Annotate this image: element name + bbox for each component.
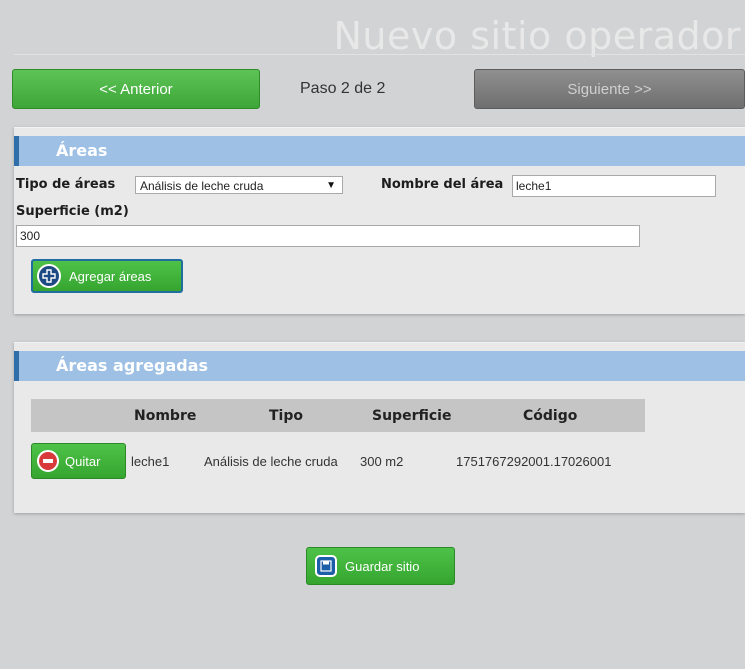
- column-header-tipo: Tipo: [269, 408, 303, 424]
- surface-input[interactable]: 300: [16, 225, 640, 247]
- column-header-superficie: Superficie: [372, 408, 452, 424]
- save-site-button[interactable]: Guardar sitio: [306, 547, 455, 585]
- dropdown-arrow-icon: ▼: [326, 180, 336, 191]
- row-superficie: 300 m2: [360, 454, 404, 469]
- next-button[interactable]: Siguiente >>: [474, 69, 745, 109]
- title-divider: [14, 54, 745, 55]
- area-type-selected: Análisis de leche cruda: [140, 179, 264, 193]
- floppy-disk-icon: [315, 555, 337, 577]
- column-header-nombre: Nombre: [134, 408, 197, 424]
- added-areas-panel: Áreas agregadas Nombre Tipo Superficie C…: [14, 342, 745, 513]
- row-tipo: Análisis de leche cruda: [204, 454, 338, 469]
- row-codigo: 1751767292001.17026001: [456, 454, 612, 469]
- row-nombre: leche1: [131, 454, 170, 469]
- areas-panel-header: Áreas: [14, 136, 745, 166]
- page-title: Nuevo sitio operador: [333, 14, 741, 58]
- area-type-label: Tipo de áreas: [16, 177, 116, 192]
- minus-circle-icon: [37, 450, 59, 472]
- areas-table-header: Nombre Tipo Superficie Código: [31, 399, 645, 432]
- column-header-codigo: Código: [523, 408, 578, 424]
- added-areas-panel-title: Áreas agregadas: [56, 356, 209, 375]
- step-indicator: Paso 2 de 2: [300, 80, 386, 97]
- add-areas-label: Agregar áreas: [69, 268, 152, 284]
- area-type-select[interactable]: Análisis de leche cruda ▼: [135, 176, 343, 194]
- area-name-label: Nombre del área: [381, 177, 504, 192]
- previous-button[interactable]: << Anterior: [12, 69, 260, 109]
- area-name-input[interactable]: leche1: [512, 175, 716, 197]
- areas-panel-title: Áreas: [56, 141, 108, 160]
- surface-label: Superficie (m2): [16, 204, 129, 219]
- add-areas-button[interactable]: Agregar áreas: [31, 259, 183, 293]
- remove-area-button[interactable]: Quitar: [31, 443, 126, 479]
- areas-panel: Áreas Tipo de áreas Análisis de leche cr…: [14, 127, 745, 314]
- save-site-label: Guardar sitio: [345, 558, 420, 574]
- remove-area-label: Quitar: [65, 453, 101, 469]
- plus-circle-icon: [37, 264, 61, 288]
- added-areas-panel-header: Áreas agregadas: [14, 351, 745, 381]
